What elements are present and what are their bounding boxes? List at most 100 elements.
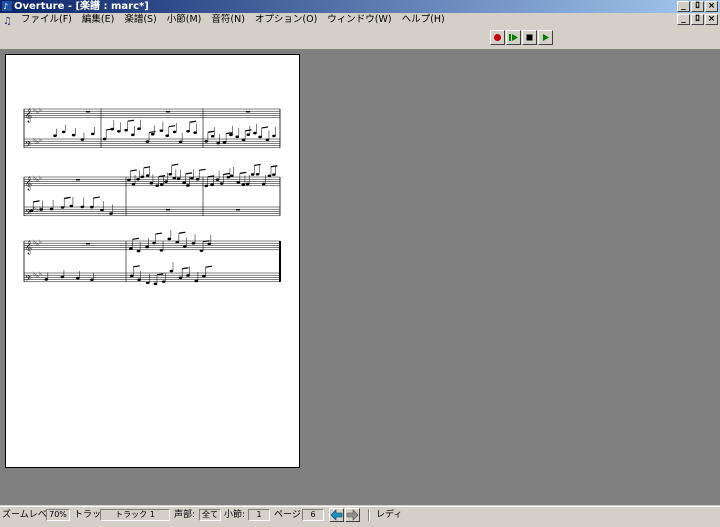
- notehead: [136, 249, 141, 253]
- minimize-button[interactable]: _: [677, 1, 690, 12]
- notehead: [100, 208, 104, 212]
- document-icon[interactable]: ♫: [2, 14, 14, 26]
- notehead: [204, 184, 208, 188]
- notehead: [140, 175, 145, 179]
- notehead: [210, 183, 214, 186]
- notehead: [155, 184, 159, 187]
- note-beam: [93, 196, 100, 199]
- notehead: [253, 131, 257, 135]
- notehead: [80, 138, 85, 141]
- status-bar: ズームレベル: 70% トラック: トラック 1 声部: 全て 小節: 1 ペー…: [0, 506, 720, 524]
- notehead: [261, 182, 266, 186]
- note-beam: [270, 165, 278, 168]
- notehead: [210, 134, 215, 138]
- notehead: [236, 181, 241, 184]
- notehead: [131, 182, 136, 186]
- note-beam: [189, 120, 197, 123]
- note-beam: [133, 265, 140, 268]
- notehead: [39, 208, 43, 211]
- treble-clef: 𝄞: [25, 240, 32, 254]
- page-field[interactable]: 6: [302, 509, 324, 521]
- note-beam: [245, 129, 252, 132]
- notehead: [207, 242, 212, 246]
- arrow-right-icon: [346, 509, 359, 521]
- notehead: [272, 134, 276, 138]
- play-icon: [543, 34, 549, 41]
- notehead: [145, 245, 149, 249]
- notehead: [175, 240, 180, 244]
- notehead: [182, 181, 186, 185]
- measure-field[interactable]: 1: [248, 509, 270, 521]
- menu-file[interactable]: ファイル(F): [16, 13, 77, 27]
- score-notation[interactable]: 𝄞♭♭♭𝄢♭♭♭𝄞♭♭♭𝄢♭♭♭𝄞♭♭♭𝄢♭♭♭: [6, 55, 299, 467]
- notehead: [168, 172, 172, 176]
- page-label: ページ:: [274, 510, 304, 520]
- notehead: [90, 132, 95, 136]
- menu-measure[interactable]: 小節(M): [162, 13, 207, 27]
- treble-clef: 𝄞: [25, 108, 32, 122]
- note-beam: [182, 267, 189, 270]
- overture-app-icon[interactable]: ♪: [2, 1, 12, 11]
- notehead: [127, 178, 131, 182]
- notehead: [145, 140, 150, 143]
- rest: [86, 243, 90, 245]
- flat-sign: ♭: [39, 137, 42, 144]
- menu-score[interactable]: 楽譜(S): [119, 13, 161, 27]
- note-beam: [223, 172, 230, 176]
- voice-field[interactable]: 全て: [199, 509, 221, 521]
- notehead: [241, 183, 246, 186]
- title-bar: ♪ Overture - [楽譜 : marc*] _ ﾛ ×: [0, 0, 720, 13]
- previous-page-button[interactable]: [329, 508, 344, 522]
- notehead: [90, 205, 94, 209]
- measure-label: 小節:: [224, 510, 246, 520]
- zoom-field[interactable]: 70%: [46, 509, 70, 521]
- notehead: [136, 177, 140, 181]
- record-button[interactable]: [490, 30, 505, 45]
- note-beam: [33, 200, 40, 203]
- close-button[interactable]: ×: [705, 1, 718, 12]
- track-field[interactable]: トラック 1: [100, 509, 170, 521]
- notehead: [149, 181, 154, 185]
- notehead: [102, 137, 107, 141]
- notehead: [226, 175, 231, 179]
- notehead: [131, 133, 135, 137]
- restore-button[interactable]: ﾛ: [691, 1, 704, 12]
- notehead: [229, 174, 234, 178]
- stop-button[interactable]: [522, 30, 537, 45]
- notehead: [117, 129, 121, 133]
- notehead: [159, 249, 164, 252]
- note-beam: [127, 119, 135, 122]
- note-beam: [207, 130, 215, 133]
- menu-options[interactable]: オプション(O): [250, 13, 322, 27]
- note-beam: [132, 237, 139, 240]
- score-page[interactable]: 𝄞♭♭♭𝄢♭♭♭𝄞♭♭♭𝄢♭♭♭𝄞♭♭♭𝄢♭♭♭: [5, 54, 300, 468]
- notehead: [255, 172, 260, 176]
- note-beam: [185, 172, 193, 175]
- notehead: [152, 241, 156, 245]
- flat-sign: ♭: [39, 271, 42, 278]
- toolbar: [0, 27, 720, 50]
- note-beam: [225, 132, 233, 135]
- note-beam: [178, 231, 186, 234]
- notehead: [71, 133, 76, 137]
- next-page-button[interactable]: [345, 508, 360, 522]
- notehead: [44, 278, 49, 281]
- menu-window[interactable]: ウィンドウ(W): [322, 13, 396, 27]
- doc-restore-button[interactable]: ﾛ: [691, 14, 704, 25]
- play-button[interactable]: [538, 30, 553, 45]
- menu-note[interactable]: 音符(N): [206, 13, 250, 27]
- note-beam: [64, 196, 71, 199]
- menu-edit[interactable]: 編集(E): [77, 13, 119, 27]
- menu-help[interactable]: ヘルプ(H): [397, 13, 450, 27]
- notehead: [190, 177, 194, 180]
- play-from-start-button[interactable]: [506, 30, 521, 45]
- note-beam: [130, 169, 137, 172]
- note-beam: [205, 265, 212, 268]
- svg-text:♪: ♪: [3, 2, 8, 11]
- note-beam: [171, 163, 179, 166]
- status-text: レディ: [376, 510, 403, 520]
- notehead: [137, 278, 141, 282]
- doc-close-button[interactable]: ×: [705, 14, 718, 25]
- doc-minimize-button[interactable]: _: [677, 14, 690, 25]
- notehead: [145, 174, 150, 177]
